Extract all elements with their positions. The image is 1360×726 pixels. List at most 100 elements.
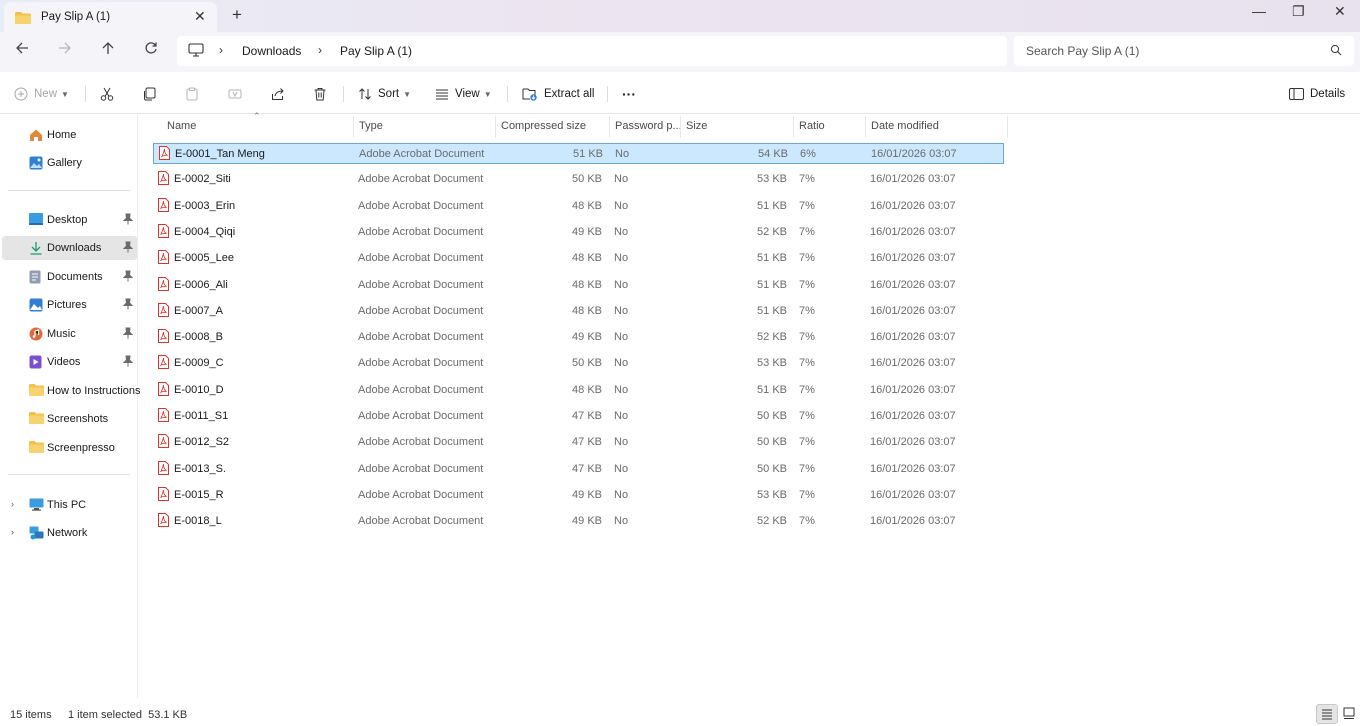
share-button[interactable] bbox=[271, 84, 285, 104]
sidebar-item-pictures[interactable]: Pictures bbox=[2, 293, 137, 317]
column-header-type[interactable]: Type bbox=[359, 120, 383, 132]
column-divider[interactable] bbox=[353, 116, 354, 138]
delete-button[interactable] bbox=[313, 84, 327, 104]
file-row[interactable]: E-0013_S. Adobe Acrobat Document 47 KB No 50… bbox=[153, 459, 1004, 480]
large-icons-view-button[interactable] bbox=[1339, 704, 1360, 724]
file-row[interactable]: E-0004_Qiqi Adobe Acrobat Document 49 KB No… bbox=[153, 222, 1004, 243]
sidebar-item-documents[interactable]: Documents bbox=[2, 265, 137, 289]
column-header-password[interactable]: Password p... bbox=[615, 120, 682, 132]
file-row[interactable]: E-0007_A Adobe Acrobat Document 48 KB No 51 … bbox=[153, 301, 1004, 322]
pin-icon[interactable] bbox=[122, 298, 134, 313]
sidebar-item-how-to-instructions[interactable]: How to Instructions bbox=[2, 379, 141, 403]
file-name[interactable]: E-0018_L bbox=[174, 515, 222, 527]
column-divider[interactable] bbox=[865, 116, 866, 138]
copy-button[interactable] bbox=[142, 84, 156, 104]
sidebar-item-network[interactable]: › Network bbox=[2, 521, 137, 545]
chevron-right-icon[interactable]: › bbox=[11, 527, 14, 537]
file-row[interactable]: E-0010_D Adobe Acrobat Document 48 KB No 51 … bbox=[153, 380, 1004, 401]
file-name[interactable]: E-0010_D bbox=[174, 384, 224, 396]
column-divider[interactable] bbox=[1007, 116, 1008, 138]
file-name[interactable]: E-0011_S1 bbox=[174, 410, 228, 422]
file-row[interactable]: E-0002_Siti Adobe Acrobat Document 50 KB No… bbox=[153, 169, 1004, 190]
chevron-right-icon[interactable]: › bbox=[318, 43, 322, 57]
sidebar-item-videos[interactable]: Videos bbox=[2, 350, 137, 374]
column-divider[interactable] bbox=[495, 116, 496, 138]
paste-button[interactable] bbox=[185, 84, 199, 104]
column-divider[interactable] bbox=[680, 116, 681, 138]
more-options-button[interactable]: ··· bbox=[622, 84, 636, 104]
back-button[interactable] bbox=[15, 41, 29, 59]
file-name[interactable]: E-0003_Erin bbox=[174, 200, 235, 212]
up-button[interactable] bbox=[101, 41, 115, 59]
view-button[interactable]: View ▼ bbox=[435, 84, 492, 104]
file-name[interactable]: E-0001_Tan Meng bbox=[175, 148, 265, 160]
forward-button[interactable] bbox=[58, 41, 72, 59]
file-name[interactable]: E-0005_Lee bbox=[174, 252, 234, 264]
file-row[interactable]: E-0005_Lee Adobe Acrobat Document 48 KB No 5… bbox=[153, 248, 1004, 269]
chevron-right-icon[interactable]: › bbox=[11, 499, 14, 509]
sidebar-item-desktop[interactable]: Desktop bbox=[2, 208, 137, 232]
sidebar-item-downloads[interactable]: Downloads bbox=[2, 236, 137, 260]
details-view-button[interactable] bbox=[1316, 704, 1338, 724]
search-box[interactable]: Search Pay Slip A (1) bbox=[1014, 36, 1354, 66]
column-divider[interactable] bbox=[609, 116, 610, 138]
sort-button[interactable]: Sort ▼ bbox=[358, 84, 411, 104]
sidebar-item-screenshots[interactable]: Screenshots bbox=[2, 407, 137, 431]
file-row[interactable]: E-0012_S2 Adobe Acrobat Document 47 KB No 50… bbox=[153, 432, 1004, 453]
chevron-right-icon[interactable]: › bbox=[219, 43, 223, 57]
status-bar: 15 items 1 item selected 53.1 KB bbox=[0, 700, 1360, 726]
sidebar-item-gallery[interactable]: Gallery bbox=[2, 151, 137, 175]
file-name[interactable]: E-0012_S2 bbox=[174, 436, 229, 448]
file-row[interactable]: E-0006_Ali Adobe Acrobat Document 48 KB No 5… bbox=[153, 275, 1004, 296]
file-row[interactable]: E-0018_L Adobe Acrobat Document 49 KB No 52 … bbox=[153, 511, 1004, 532]
search-input[interactable]: Search Pay Slip A (1) bbox=[1026, 44, 1139, 58]
pin-icon[interactable] bbox=[122, 241, 134, 256]
pin-icon[interactable] bbox=[122, 327, 134, 342]
sidebar-item-screenpresso[interactable]: Screenpresso bbox=[2, 436, 137, 460]
new-tab-button[interactable]: + bbox=[232, 5, 242, 25]
rename-button[interactable] bbox=[228, 84, 242, 104]
file-name[interactable]: E-0006_Ali bbox=[174, 279, 228, 291]
minimize-button[interactable]: — bbox=[1252, 3, 1266, 19]
file-name[interactable]: E-0015_R bbox=[174, 489, 224, 501]
cut-button[interactable] bbox=[100, 84, 114, 104]
file-name[interactable]: E-0013_S. bbox=[174, 463, 226, 475]
address-bar[interactable]: › Downloads › Pay Slip A (1) bbox=[177, 36, 1007, 66]
column-header-compressed-size[interactable]: Compressed size bbox=[501, 120, 586, 132]
close-tab-icon[interactable]: ✕ bbox=[194, 8, 206, 25]
file-row[interactable]: E-0008_B Adobe Acrobat Document 49 KB No 52 … bbox=[153, 327, 1004, 348]
extract-all-button[interactable]: Extract all bbox=[522, 84, 595, 104]
file-name[interactable]: E-0009_C bbox=[174, 357, 224, 369]
tab-pay-slip[interactable]: Pay Slip A (1) ✕ bbox=[4, 2, 217, 32]
breadcrumb-downloads[interactable]: Downloads bbox=[242, 44, 301, 58]
file-ratio: 7% bbox=[799, 278, 815, 291]
details-button[interactable]: Details bbox=[1289, 84, 1345, 104]
close-window-button[interactable]: ✕ bbox=[1334, 3, 1346, 20]
file-row[interactable]: E-0001_Tan Meng Adobe Acrobat Document 51 … bbox=[153, 143, 1004, 164]
file-type: Adobe Acrobat Document bbox=[358, 383, 484, 396]
pin-icon[interactable] bbox=[122, 355, 134, 370]
file-row[interactable]: E-0011_S1 Adobe Acrobat Document 47 KB No 50… bbox=[153, 406, 1004, 427]
new-button[interactable]: New ▼ bbox=[14, 84, 69, 104]
pin-icon[interactable] bbox=[122, 213, 134, 228]
file-row[interactable]: E-0009_C Adobe Acrobat Document 50 KB No 53 … bbox=[153, 353, 1004, 374]
column-header-ratio[interactable]: Ratio bbox=[799, 120, 825, 132]
column-divider[interactable] bbox=[793, 116, 794, 138]
file-name[interactable]: E-0002_Siti bbox=[174, 173, 231, 185]
file-name[interactable]: E-0004_Qiqi bbox=[174, 226, 235, 238]
file-name[interactable]: E-0008_B bbox=[174, 331, 223, 343]
file-row[interactable]: E-0015_R Adobe Acrobat Document 49 KB No 53 … bbox=[153, 485, 1004, 506]
sidebar-item-this-pc[interactable]: › This PC bbox=[2, 493, 137, 517]
refresh-button[interactable] bbox=[144, 41, 158, 59]
breadcrumb-current[interactable]: Pay Slip A (1) bbox=[340, 44, 412, 58]
file-row[interactable]: E-0003_Erin Adobe Acrobat Document 48 KB No… bbox=[153, 196, 1004, 217]
file-name[interactable]: E-0007_A bbox=[174, 305, 223, 317]
sidebar-item-music[interactable]: Music bbox=[2, 322, 137, 346]
maximize-button[interactable]: ❐ bbox=[1292, 3, 1305, 20]
sidebar-item-home[interactable]: Home bbox=[2, 123, 137, 147]
column-header-date-modified[interactable]: Date modified bbox=[871, 120, 939, 132]
pin-icon[interactable] bbox=[122, 270, 134, 285]
column-header-size[interactable]: Size bbox=[686, 120, 707, 132]
download-icon bbox=[29, 241, 43, 258]
column-header-name[interactable]: Name bbox=[167, 120, 196, 132]
